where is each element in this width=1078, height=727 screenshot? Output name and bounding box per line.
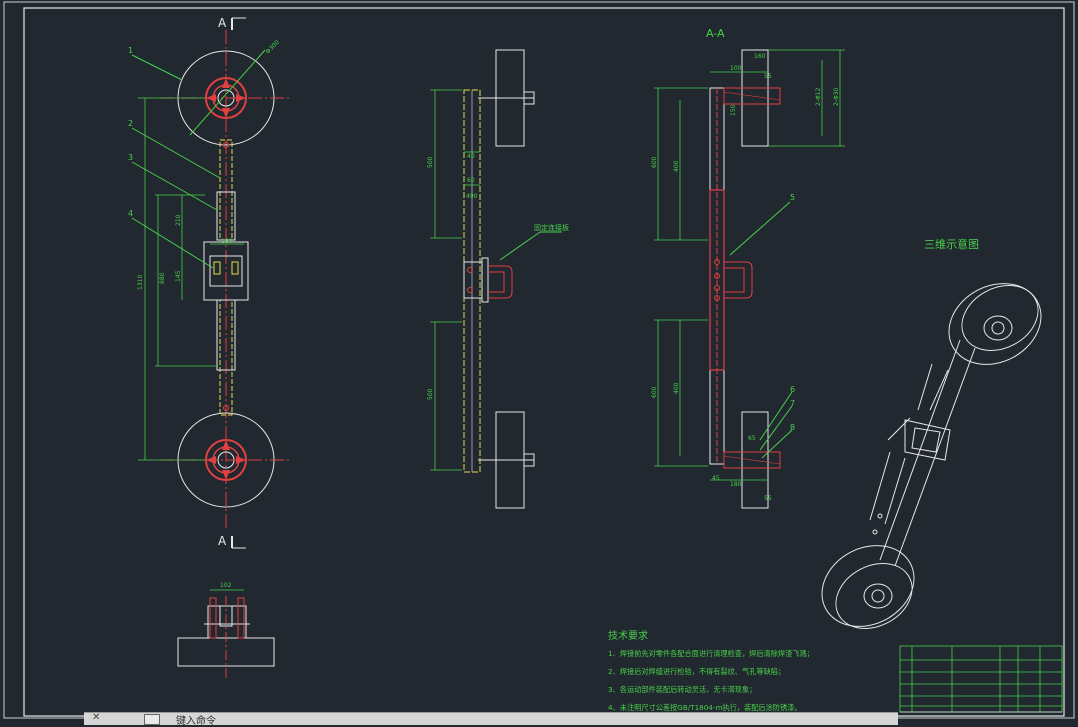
dim-150: 150 <box>730 104 737 116</box>
command-line-bar[interactable]: ✕ 键入命令 <box>84 712 898 727</box>
command-input[interactable]: 键入命令 <box>176 712 216 727</box>
side-view <box>430 49 562 509</box>
view3d-title: 三维示意图 <box>924 237 979 251</box>
part-number: 6 <box>790 385 795 394</box>
dim-490: 490 <box>466 193 478 200</box>
handle-note: 固定连接板 <box>534 223 569 232</box>
tech-req-title: 技术要求 <box>608 629 648 642</box>
dim-wheel-dia: Φ300 <box>264 39 281 56</box>
dim-55: 55 <box>764 73 772 80</box>
dim-2-phi12: 2-Φ12 <box>815 87 822 106</box>
dim-55-lower: 55 <box>764 495 772 502</box>
part-number: 7 <box>790 399 795 408</box>
dim-100: 100 <box>730 65 742 72</box>
dim-145: 145 <box>175 270 182 282</box>
dim-500-bottom: 500 <box>427 388 434 400</box>
dim-65: 65 <box>748 435 756 442</box>
part-number: 4 <box>128 209 133 218</box>
close-icon[interactable]: ✕ <box>92 712 100 723</box>
dim-2-phi30: 2-Φ30 <box>833 87 840 106</box>
detail-view <box>177 589 275 680</box>
dim-180-section: 180 <box>730 481 742 488</box>
tech-req-item: 4、未注明尺寸公差按GB/T1804-m执行，装配后涂防锈漆。 <box>608 703 802 712</box>
tech-req-item: 3、各运动部件装配后转动灵活，无卡滞现象； <box>608 685 756 694</box>
dim-160: 160 <box>754 53 766 60</box>
part-number: 2 <box>128 119 133 128</box>
tech-req-item: 2、焊接后对焊缝进行检验，不得有裂纹、气孔等缺陷； <box>608 667 785 676</box>
drawing-border-inner <box>23 7 1065 717</box>
part-number: 5 <box>790 193 795 202</box>
section-label: A-A <box>706 27 725 40</box>
cut-mark-bottom: A <box>218 534 227 548</box>
dim-102: 102 <box>220 582 232 589</box>
part-number: 3 <box>128 153 133 162</box>
dim-210: 210 <box>175 214 182 226</box>
command-history-icon[interactable] <box>144 714 160 725</box>
dim-40: 40 <box>467 153 475 160</box>
dim-total-height: 1310 <box>137 275 144 290</box>
cut-mark-top: A <box>218 16 227 30</box>
front-view <box>131 17 292 549</box>
dim-400-top: 400 <box>673 160 680 172</box>
part-number: 1 <box>128 46 133 55</box>
dim-600-top: 600 <box>651 156 658 168</box>
dim-400-bottom: 400 <box>673 382 680 394</box>
title-block <box>899 645 1063 713</box>
isometric-view <box>821 283 1042 629</box>
dim-45: 45 <box>712 475 720 482</box>
part-number: 8 <box>790 423 795 432</box>
dim-500-top: 500 <box>427 156 434 168</box>
dim-880: 880 <box>159 272 166 284</box>
dim-180: 180 <box>221 238 233 245</box>
tech-req-item: 1、焊接前先对零件各配合面进行清理检查，焊后清除焊渣飞溅； <box>608 649 814 658</box>
dim-600-bottom: 600 <box>651 386 658 398</box>
cad-drawing-canvas[interactable]: A-A A A 三维示意图 固定连接板 1 2 3 4 5 6 7 8 Φ300… <box>0 0 1078 724</box>
drawing-border-outer <box>3 1 1075 719</box>
dim-60: 60 <box>467 177 475 184</box>
